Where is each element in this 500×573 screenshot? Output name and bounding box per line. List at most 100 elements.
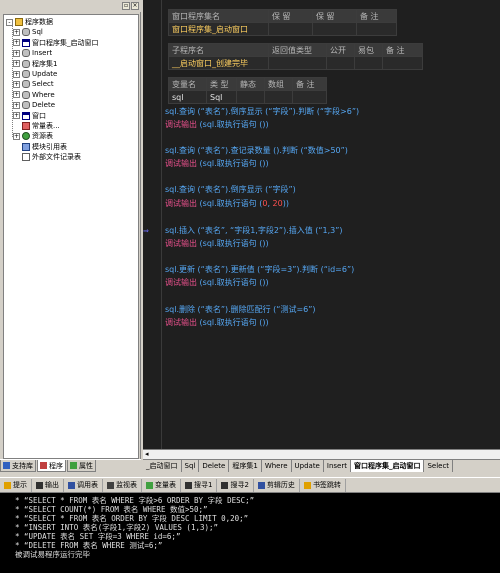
assembly-reserved-2-cell[interactable] — [312, 22, 357, 36]
assembly-name-cell[interactable]: 窗口程序集_启动窗口 — [168, 22, 269, 36]
code-line[interactable]: 调试输出 (sql.取执行语句 (0, 20)) — [165, 198, 289, 209]
code-args: (sql.取执行语句 ()) — [197, 120, 269, 129]
constant-icon — [22, 122, 30, 130]
file-tab[interactable]: 窗口程序集_启动窗口 — [350, 460, 425, 472]
expand-icon[interactable]: + — [13, 39, 20, 47]
search-2-icon — [221, 481, 229, 489]
code-line[interactable]: sql.查询 (“表名”).倒序显示 (“字段”).判断 (“字段>6”) — [165, 106, 359, 117]
variable-table[interactable]: 变量名 类 型 静态 数组 备 注 sql Sql — [168, 77, 327, 104]
horizontal-scrollbar[interactable]: ◂ — [143, 449, 500, 459]
assembly-reserved-1-cell[interactable] — [268, 22, 313, 36]
assembly-table[interactable]: 窗口程序集名 保 留 保 留 备 注 窗口程序集_启动窗口 — [168, 9, 397, 36]
assembly-header-reserved-2: 保 留 — [312, 9, 357, 23]
file-tab[interactable]: 程序集1 — [229, 460, 262, 472]
file-tab[interactable]: Select — [424, 460, 454, 472]
tree-item[interactable]: + Select — [13, 79, 54, 89]
code-line[interactable]: sql.查询 (“表名”).查记录数量 ().判断 (“数值>50”) — [165, 145, 348, 156]
output-status: 被调试易程序运行完毕 — [15, 550, 90, 559]
output-line: * “SELECT * FROM 表名 ORDER BY 字段 DESC LIM… — [15, 514, 249, 523]
panel-tab[interactable]: 属性 — [67, 460, 96, 472]
tree-item-label: Insert — [32, 49, 53, 58]
output-line: * “UPDATE 表名 SET 字段=3 WHERE id=6;” — [15, 532, 181, 541]
subroutine-easypack-cell[interactable] — [354, 56, 383, 70]
code-line[interactable]: sql.插入 (“表名”, “字段1,字段2”).插入值 (“1,3”) — [165, 225, 343, 236]
tree-item[interactable]: - 程序数据 — [6, 17, 53, 27]
scroll-left-icon[interactable]: ◂ — [145, 450, 149, 458]
panel-tab[interactable]: 支持库 — [0, 460, 36, 472]
expand-icon[interactable]: + — [13, 70, 20, 78]
file-tab[interactable]: Update — [291, 460, 324, 472]
bottom-tab[interactable]: 提示 — [0, 478, 32, 492]
variable-note-cell[interactable] — [292, 90, 327, 104]
code-args: (sql.取执行语句 ( — [197, 199, 263, 208]
expand-icon[interactable]: + — [13, 91, 20, 99]
bottom-tab[interactable]: 调用表 — [64, 478, 103, 492]
expand-icon[interactable]: + — [13, 101, 20, 109]
assembly-note-cell[interactable] — [356, 22, 397, 36]
bottom-tab[interactable]: 搜寻2 — [217, 478, 254, 492]
close-icon[interactable]: × — [131, 2, 139, 10]
bottom-tab[interactable]: 剪辑历史 — [254, 478, 300, 492]
code-line[interactable]: 调试输出 (sql.取执行语句 ()) — [165, 277, 269, 288]
variable-array-cell[interactable] — [264, 90, 293, 104]
bottom-tab[interactable]: 搜寻1 — [181, 478, 218, 492]
expand-icon[interactable]: + — [13, 112, 20, 120]
code-line[interactable]: 调试输出 (sql.取执行语句 ()) — [165, 238, 269, 249]
code-call: 调试输出 — [165, 318, 197, 327]
bottom-tab[interactable]: 监视表 — [103, 478, 142, 492]
tree-item[interactable]: + Insert — [13, 48, 52, 58]
subroutine-return-type-cell[interactable] — [268, 56, 327, 70]
code-line[interactable]: 调试输出 (sql.取执行语句 ()) — [165, 119, 269, 130]
clipboard-history-icon — [257, 481, 265, 489]
assembly-header-note: 备 注 — [356, 9, 397, 23]
file-tab[interactable]: _启动窗口 — [143, 460, 182, 472]
tree-item[interactable]: + 程序集1 — [13, 59, 57, 69]
variable-name-cell[interactable]: sql — [168, 90, 207, 104]
variables-icon — [146, 481, 153, 489]
tree-item-label: 资源表 — [32, 132, 53, 141]
variable-static-cell[interactable] — [236, 90, 265, 104]
code-line[interactable]: sql.更新 (“表名”).更新值 (“字段=3”).判断 (“id=6”) — [165, 264, 354, 275]
tree-item[interactable]: 外部文件记录表 — [13, 152, 81, 162]
file-tab[interactable]: Sql — [181, 460, 200, 472]
code-call: 调试输出 — [165, 120, 197, 129]
subroutine-header-easypack: 易包 — [354, 43, 383, 57]
expand-icon[interactable]: + — [13, 49, 20, 57]
code-line[interactable]: sql.删除 (“表名”).删除匹配行 (“测试=6”) — [165, 304, 316, 315]
subroutine-note-cell[interactable] — [382, 56, 423, 70]
tree-item[interactable]: + Update — [13, 69, 57, 79]
file-tab[interactable]: Where — [261, 460, 292, 472]
bottom-tab[interactable]: 输出 — [32, 478, 64, 492]
subroutine-name-cell[interactable]: __启动窗口_创建完毕 — [168, 56, 269, 70]
tree-item[interactable]: + 窗口程序集_启动窗口 — [13, 38, 99, 48]
expand-icon[interactable]: + — [13, 80, 20, 88]
panel-tabs: 支持库 程序 属性 — [0, 459, 141, 473]
file-tab[interactable]: Insert — [323, 460, 351, 472]
code-line[interactable]: sql.查询 (“表名”).倒序显示 (“字段”) — [165, 184, 296, 195]
bottom-tab[interactable]: 变量表 — [142, 478, 181, 492]
subroutine-public-cell[interactable] — [326, 56, 355, 70]
tree-item[interactable]: + Sql — [13, 27, 43, 37]
bottom-tab[interactable]: 书签跳转 — [300, 478, 346, 492]
collapse-icon[interactable]: - — [6, 18, 13, 26]
tree-item[interactable]: + Where — [13, 90, 55, 100]
subroutine-table[interactable]: 子程序名 返回值类型 公开 易包 备 注 __启动窗口_创建完毕 — [168, 43, 423, 70]
tree-item[interactable]: 模块引用表 — [13, 142, 67, 152]
expand-icon[interactable]: + — [13, 132, 20, 140]
expand-icon[interactable]: + — [13, 28, 20, 36]
code-tail: )) — [282, 199, 289, 208]
tree-item[interactable]: + Delete — [13, 100, 55, 110]
tree-item[interactable]: 常量表... — [13, 121, 60, 131]
expand-icon[interactable]: + — [13, 60, 20, 68]
pin-icon[interactable]: ▫ — [122, 2, 130, 10]
file-tab[interactable]: Delete — [199, 460, 230, 472]
variable-type-cell[interactable]: Sql — [206, 90, 237, 104]
tree-item[interactable]: + 资源表 — [13, 131, 53, 141]
panel-tab[interactable]: 程序 — [37, 460, 66, 472]
code-line[interactable]: 调试输出 (sql.取执行语句 ()) — [165, 158, 269, 169]
code-call: sql.更新 — [165, 265, 196, 274]
code-line[interactable]: 调试输出 (sql.取执行语句 ()) — [165, 317, 269, 328]
database-icon — [22, 28, 30, 37]
output-panel[interactable]: * “SELECT * FROM 表名 WHERE 字段>6 ORDER BY … — [0, 493, 500, 573]
tree-item[interactable]: + 窗口 — [13, 111, 46, 121]
